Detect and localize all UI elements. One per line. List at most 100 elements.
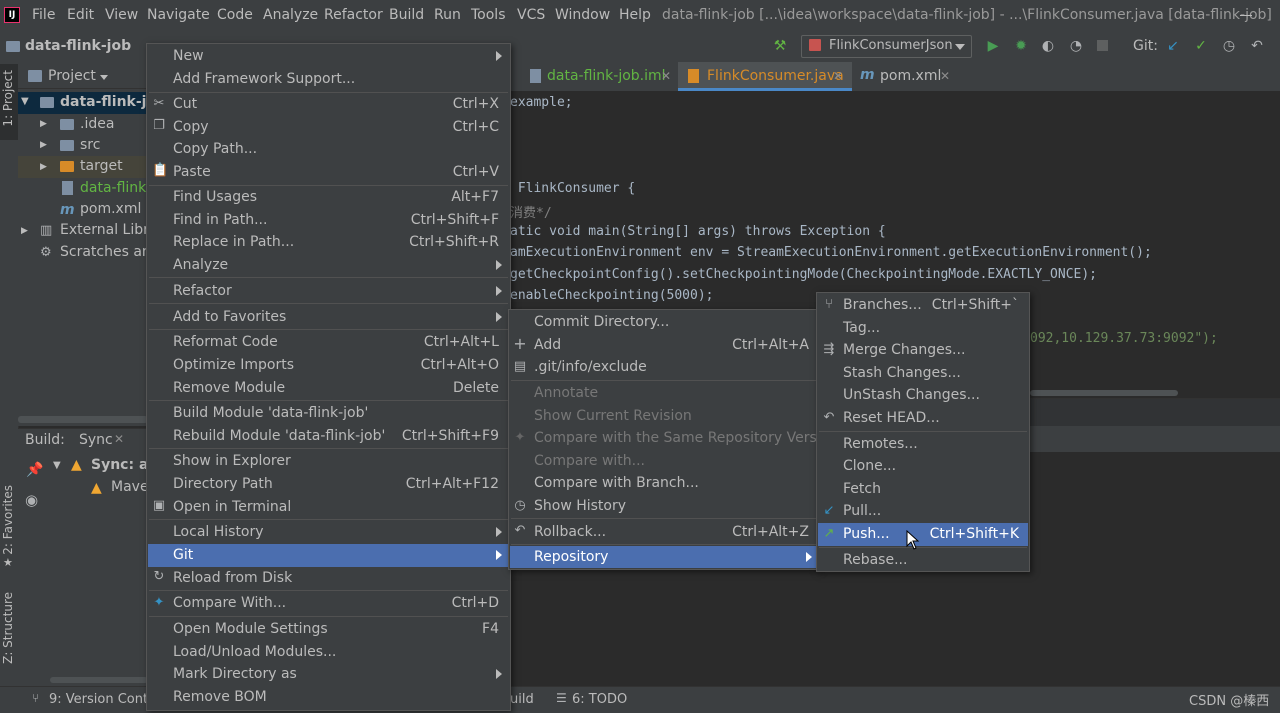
menu-item-add[interactable]: Add Ctrl+Alt+A [534, 334, 809, 356]
menu-item-git[interactable]: Git [173, 544, 499, 566]
project-horizontal-scrollbar[interactable] [18, 416, 148, 423]
tree-item-iml[interactable]: data-flink- [80, 180, 151, 196]
menu-item-annotate[interactable]: Annotate [534, 382, 809, 404]
menu-item-remotes[interactable]: Remotes... [843, 433, 1019, 455]
close-icon[interactable]: ✕ [833, 69, 843, 83]
menu-edit[interactable]: Edit [67, 7, 94, 23]
build-hammer-icon[interactable]: ⚒ [772, 38, 788, 54]
collapsed-arrow-icon[interactable]: ▶ [21, 226, 28, 236]
menu-item-branches[interactable]: Branches... Ctrl+Shift+` [843, 294, 1019, 316]
collapsed-arrow-icon[interactable]: ▶ [40, 162, 47, 172]
favorites-tool-tab[interactable]: 2: Favorites [1, 485, 15, 555]
menu-vcs[interactable]: VCS [517, 7, 545, 23]
tree-item-scratches[interactable]: Scratches and [60, 244, 160, 260]
menu-item-mark-directory-as[interactable]: Mark Directory as [173, 663, 499, 685]
menu-item-local-history[interactable]: Local History [173, 521, 499, 543]
tab-flinkconsumer[interactable]: FlinkConsumer.java [707, 62, 844, 91]
project-tool-tab[interactable]: 1: Project [1, 70, 15, 127]
menu-item-remove-bom[interactable]: Remove BOM [173, 686, 499, 708]
menu-item-add-to-favorites[interactable]: Add to Favorites [173, 306, 499, 328]
menu-code[interactable]: Code [217, 7, 253, 23]
menu-item-tag[interactable]: Tag... [843, 317, 1019, 339]
menu-item-remove-module[interactable]: Remove Module Delete [173, 377, 499, 399]
git-update-icon[interactable]: ↙ [1165, 38, 1181, 54]
git-rollback-icon[interactable]: ↶ [1249, 38, 1265, 54]
collapsed-arrow-icon[interactable]: ▶ [40, 119, 47, 129]
breadcrumb-project[interactable]: data-flink-job [25, 38, 131, 54]
structure-tool-tab[interactable]: Z: Structure [1, 592, 15, 664]
stop-icon[interactable] [1097, 40, 1108, 51]
build-horizontal-scrollbar[interactable] [50, 677, 148, 683]
menu-item-show-history[interactable]: Show History [534, 495, 809, 517]
close-icon[interactable]: ✕ [114, 432, 124, 446]
menu-item-replace-in-path[interactable]: Replace in Path... Ctrl+Shift+R [173, 231, 499, 253]
menu-item-analyze[interactable]: Analyze [173, 254, 499, 276]
expanded-arrow-icon[interactable]: ▼ [53, 460, 61, 471]
menu-item-fetch[interactable]: Fetch [843, 478, 1019, 500]
version-control-tool-tab[interactable]: 9: Version Contro [49, 692, 161, 707]
menu-item-copy-path[interactable]: Copy Path... [173, 138, 499, 160]
menu-item-git-info-exclude[interactable]: .git/info/exclude [534, 356, 809, 378]
menu-item-compare-with[interactable]: Compare With... Ctrl+D [173, 592, 499, 614]
menu-item-unstash-changes[interactable]: UnStash Changes... [843, 384, 1019, 406]
menu-item-commit-directory[interactable]: Commit Directory... [534, 311, 809, 333]
minimize-icon[interactable] [1240, 15, 1252, 16]
menu-item-build-module[interactable]: Build Module 'data-flink-job' [173, 402, 499, 424]
menu-item-open-in-terminal[interactable]: Open in Terminal [173, 496, 499, 518]
menu-view[interactable]: View [105, 7, 138, 23]
project-panel-title[interactable]: Project [48, 68, 96, 84]
menu-item-reset-head[interactable]: Reset HEAD... [843, 407, 1019, 429]
menu-item-new[interactable]: New [173, 45, 503, 67]
menu-item-compare-with-branch[interactable]: Compare with Branch... [534, 472, 809, 494]
menu-refactor[interactable]: Refactor [324, 7, 383, 23]
menu-item-open-module-settings[interactable]: Open Module Settings F4 [173, 618, 499, 640]
menu-item-optimize-imports[interactable]: Optimize Imports Ctrl+Alt+O [173, 354, 499, 376]
menu-window[interactable]: Window [555, 7, 610, 23]
close-icon[interactable]: ✕ [940, 69, 950, 83]
build-tool-tab[interactable]: uild [510, 692, 534, 707]
close-icon[interactable]: ✕ [661, 69, 671, 83]
menu-analyze[interactable]: Analyze [263, 7, 318, 23]
git-commit-icon[interactable]: ✓ [1193, 38, 1209, 54]
menu-help[interactable]: Help [619, 7, 651, 23]
git-history-icon[interactable]: ◷ [1221, 38, 1237, 54]
menu-item-reformat-code[interactable]: Reformat Code Ctrl+Alt+L [173, 331, 499, 353]
menu-item-compare-with[interactable]: Compare with... [534, 450, 809, 472]
menu-navigate[interactable]: Navigate [147, 7, 210, 23]
menu-item-show-in-explorer[interactable]: Show in Explorer [173, 450, 499, 472]
collapsed-arrow-icon[interactable]: ▶ [40, 140, 47, 150]
run-icon[interactable]: ▶ [985, 38, 1001, 54]
menu-item-repository[interactable]: Repository [534, 546, 809, 568]
menu-build[interactable]: Build [389, 7, 424, 23]
tree-item-idea[interactable]: .idea [80, 116, 114, 132]
menu-file[interactable]: File [32, 7, 55, 23]
eye-icon[interactable]: ◉ [25, 491, 38, 509]
tab-sync[interactable]: Sync [79, 432, 113, 448]
tab-iml[interactable]: data-flink-job.iml [547, 62, 666, 91]
tree-item-target[interactable]: target [80, 158, 123, 174]
menu-item-cut[interactable]: Cut Ctrl+X [173, 93, 499, 115]
menu-item-clone[interactable]: Clone... [843, 455, 1019, 477]
menu-item-rollback[interactable]: Rollback... Ctrl+Alt+Z [534, 521, 809, 543]
menu-item-compare-same-repo-version[interactable]: Compare with the Same Repository Version [534, 427, 838, 449]
tree-item-pom[interactable]: pom.xml [80, 201, 141, 217]
profile-icon[interactable]: ◔ [1068, 38, 1084, 54]
coverage-icon[interactable]: ◐ [1040, 38, 1056, 54]
menu-item-refactor[interactable]: Refactor [173, 280, 499, 302]
menu-tools[interactable]: Tools [471, 7, 506, 23]
todo-tool-tab[interactable]: 6: TODO [572, 692, 627, 707]
menu-item-find-usages[interactable]: Find Usages Alt+F7 [173, 186, 499, 208]
menu-item-add-framework-support[interactable]: Add Framework Support... [173, 68, 503, 90]
chevron-down-icon[interactable] [100, 75, 108, 80]
menu-run[interactable]: Run [434, 7, 461, 23]
tree-item-src[interactable]: src [80, 137, 100, 153]
menu-item-directory-path[interactable]: Directory Path Ctrl+Alt+F12 [173, 473, 499, 495]
menu-item-stash-changes[interactable]: Stash Changes... [843, 362, 1019, 384]
menu-item-reload-from-disk[interactable]: Reload from Disk [173, 567, 499, 589]
menu-item-paste[interactable]: Paste Ctrl+V [173, 161, 499, 183]
tab-pom[interactable]: pom.xml [880, 62, 941, 91]
tree-item-external-libraries[interactable]: External Libra [60, 222, 157, 238]
expanded-arrow-icon[interactable]: ▼ [21, 96, 29, 107]
menu-item-merge-changes[interactable]: Merge Changes... [843, 339, 1019, 361]
menu-item-copy[interactable]: Copy Ctrl+C [173, 116, 499, 138]
